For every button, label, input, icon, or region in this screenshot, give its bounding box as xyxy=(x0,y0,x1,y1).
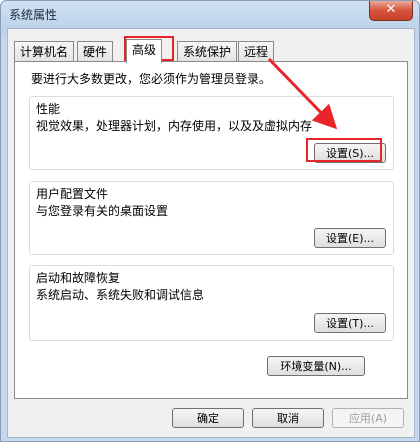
tab-advanced[interactable]: 高级 xyxy=(126,39,163,63)
system-properties-window: 系统属性 ✕ 计算机名 硬件 高级 系统保护 远程 要进行大多数更改，您必须作为… xyxy=(0,0,420,442)
annotation-arrow xyxy=(267,57,338,130)
